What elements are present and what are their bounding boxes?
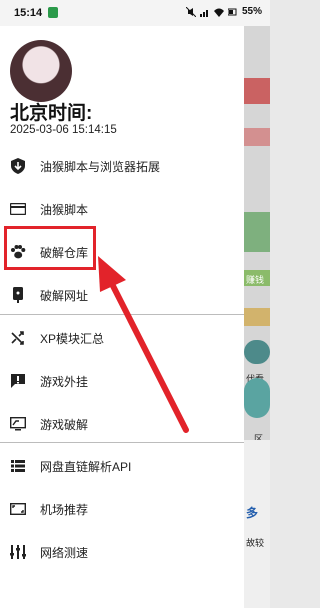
alert-message-icon — [10, 373, 26, 389]
security-shield-icon — [48, 7, 58, 18]
battery-percent: 55% — [241, 6, 262, 17]
avatar[interactable] — [10, 40, 72, 102]
background-banner — [244, 78, 270, 104]
menu-divider — [0, 442, 244, 443]
menu-item-label: 油猴脚本 — [40, 202, 89, 217]
aspect-ratio-icon — [10, 501, 26, 517]
screen-share-icon — [10, 416, 26, 432]
bg-label-more: 多 — [246, 506, 259, 520]
background-banner-2 — [244, 128, 270, 146]
background-teal-circle-2 — [244, 378, 270, 418]
menu-item-label: 游戏破解 — [40, 417, 89, 432]
background-lower — [244, 440, 270, 608]
menu-item-label: 网盘直链解析API — [40, 459, 132, 474]
shuffle-icon — [10, 330, 26, 346]
menu-item-speed-test[interactable]: 网络测速 — [0, 537, 244, 567]
shield-download-icon — [10, 158, 26, 174]
wifi-icon — [213, 8, 224, 17]
list-icon — [10, 458, 26, 474]
menu-item-airport[interactable]: 机场推荐 — [0, 494, 244, 524]
background-earn-tag: 赚钱 — [244, 270, 270, 286]
signal-icon — [199, 9, 208, 17]
status-bar: 15:14 55% — [0, 0, 270, 26]
phone-sensor-icon — [10, 287, 26, 303]
battery-icon — [227, 8, 237, 15]
status-icons: 55% — [185, 6, 262, 17]
highlight-box — [4, 226, 96, 270]
status-time: 15:14 — [14, 7, 43, 19]
bg-label-compare: 故较 — [246, 538, 265, 548]
background-orange-tag — [244, 308, 270, 326]
annotation-arrow-icon — [98, 256, 189, 433]
equalizer-icon — [10, 544, 26, 560]
background-tile — [244, 212, 270, 252]
credit-card-icon — [10, 201, 26, 217]
drawer-datetime: 2025-03-06 15:14:15 — [10, 124, 117, 136]
background-teal-circle — [244, 340, 270, 364]
menu-item-label: 游戏外挂 — [40, 374, 89, 389]
menu-item-label: 破解网址 — [40, 288, 89, 303]
mute-icon — [185, 6, 196, 17]
menu-item-label: 机场推荐 — [40, 502, 89, 517]
menu-item-netdisk-api[interactable]: 网盘直链解析API — [0, 451, 244, 481]
menu-item-label: 网络测速 — [40, 545, 89, 560]
menu-item-userscript-extension[interactable]: 油猴脚本与浏览器拓展 — [0, 151, 244, 181]
menu-item-userscript[interactable]: 油猴脚本 — [0, 194, 244, 224]
menu-item-label: 油猴脚本与浏览器拓展 — [40, 159, 161, 174]
drawer-title: 北京时间: — [10, 103, 93, 124]
bg-label-earn: 赚钱 — [246, 275, 265, 285]
